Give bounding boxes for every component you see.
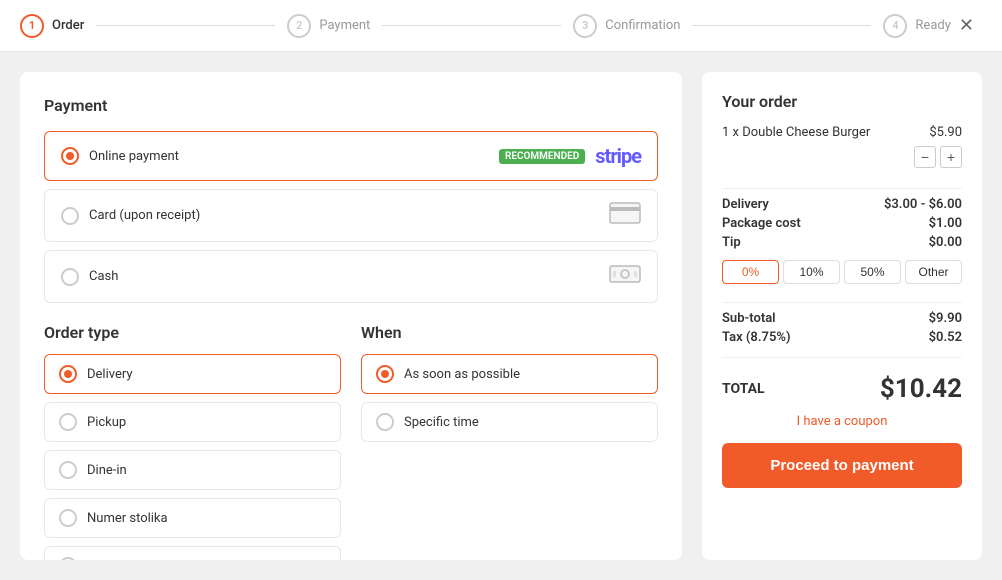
order-option-dine-in[interactable]: Dine-in xyxy=(44,450,341,490)
tip-btn-50[interactable]: 50% xyxy=(844,260,901,284)
step-payment-circle: 2 xyxy=(287,14,311,38)
radio-online xyxy=(61,147,79,165)
payment-option-card[interactable]: Card (upon receipt) xyxy=(44,189,658,242)
qty-increase-button[interactable]: + xyxy=(940,146,962,168)
package-row: Package cost $1.00 xyxy=(722,216,962,231)
subtotal-row: Sub-total $9.90 xyxy=(722,311,962,326)
radio-cash xyxy=(61,268,79,286)
order-option-contactless[interactable]: Contactless delivery xyxy=(44,546,341,560)
radio-asap xyxy=(376,365,394,383)
order-item-name: 1 x Double Cheese Burger xyxy=(722,125,870,140)
stepper-line-3 xyxy=(692,25,871,26)
subtotal-value: $9.90 xyxy=(929,311,962,326)
step-payment-label: Payment xyxy=(319,18,370,33)
right-panel: Your order 1 x Double Cheese Burger $5.9… xyxy=(702,72,982,560)
divider-1 xyxy=(722,188,962,189)
divider-2 xyxy=(722,302,962,303)
recommended-badge: Recommended xyxy=(499,149,585,164)
card-icon xyxy=(609,202,641,229)
radio-contactless xyxy=(59,557,77,560)
subtotal-label: Sub-total xyxy=(722,311,776,326)
radio-numer-stolika xyxy=(59,509,77,527)
radio-dine-in xyxy=(59,461,77,479)
order-option-numer-stolika[interactable]: Numer stolika xyxy=(44,498,341,538)
step-confirmation[interactable]: 3 Confirmation xyxy=(573,14,680,38)
order-item-price: $5.90 xyxy=(929,125,962,140)
step-ready[interactable]: 4 Ready xyxy=(883,14,950,38)
order-option-delivery[interactable]: Delivery xyxy=(44,354,341,394)
tip-value: $0.00 xyxy=(929,235,962,250)
payment-title: Payment xyxy=(44,96,658,115)
package-label: Package cost xyxy=(722,216,801,231)
tax-label: Tax (8.75%) xyxy=(722,330,791,345)
total-value: $10.42 xyxy=(880,374,962,404)
stepper: 1 Order 2 Payment 3 Confirmation 4 Ready… xyxy=(0,0,1002,52)
total-row: TOTAL $10.42 xyxy=(722,374,962,404)
radio-delivery xyxy=(59,365,77,383)
order-item-row: 1 x Double Cheese Burger $5.90 xyxy=(722,125,962,140)
delivery-label: Delivery xyxy=(722,197,769,212)
step-confirmation-label: Confirmation xyxy=(605,18,680,33)
order-label-contactless: Contactless delivery xyxy=(87,559,203,561)
tip-btn-0[interactable]: 0% xyxy=(722,260,779,284)
step-payment[interactable]: 2 Payment xyxy=(287,14,370,38)
stripe-logo: stripe xyxy=(595,144,641,168)
when-option-asap[interactable]: As soon as possible xyxy=(361,354,658,394)
your-order-title: Your order xyxy=(722,92,962,111)
tax-row: Tax (8.75%) $0.52 xyxy=(722,330,962,345)
qty-controls: − + xyxy=(722,146,962,168)
payment-option-cash[interactable]: Cash xyxy=(44,250,658,303)
tax-value: $0.52 xyxy=(929,330,962,345)
when-option-specific[interactable]: Specific time xyxy=(361,402,658,442)
order-type-section: Order type Delivery Pickup Dine-in Numer… xyxy=(44,323,341,560)
radio-card xyxy=(61,207,79,225)
payment-label-online: Online payment xyxy=(89,149,489,164)
total-label: TOTAL xyxy=(722,381,765,397)
radio-pickup xyxy=(59,413,77,431)
divider-3 xyxy=(722,357,962,358)
payment-section: Payment Online payment Recommended strip… xyxy=(44,96,658,303)
step-ready-label: Ready xyxy=(915,18,950,33)
tip-row: Tip $0.00 xyxy=(722,235,962,250)
order-label-dine-in: Dine-in xyxy=(87,463,127,478)
step-order-circle: 1 xyxy=(20,14,44,38)
tip-btn-10[interactable]: 10% xyxy=(783,260,840,284)
when-title: When xyxy=(361,323,658,342)
stepper-line-1 xyxy=(96,25,275,26)
proceed-button[interactable]: Proceed to payment xyxy=(722,443,962,488)
when-section: When As soon as possible Specific time xyxy=(361,323,658,560)
order-label-pickup: Pickup xyxy=(87,415,126,430)
close-button[interactable]: ✕ xyxy=(951,11,982,40)
payment-label-card: Card (upon receipt) xyxy=(89,208,599,223)
order-option-pickup[interactable]: Pickup xyxy=(44,402,341,442)
step-order[interactable]: 1 Order xyxy=(20,14,84,38)
order-label-numer-stolika: Numer stolika xyxy=(87,511,168,526)
left-panel: Payment Online payment Recommended strip… xyxy=(20,72,682,560)
order-label-delivery: Delivery xyxy=(87,367,133,382)
when-label-specific: Specific time xyxy=(404,415,479,430)
order-type-title: Order type xyxy=(44,323,341,342)
step-order-label: Order xyxy=(52,18,84,33)
tip-btn-other[interactable]: Other xyxy=(905,260,962,284)
main-content: Payment Online payment Recommended strip… xyxy=(0,52,1002,580)
cash-icon xyxy=(609,263,641,290)
radio-specific xyxy=(376,413,394,431)
package-value: $1.00 xyxy=(929,216,962,231)
step-ready-circle: 4 xyxy=(883,14,907,38)
qty-decrease-button[interactable]: − xyxy=(914,146,936,168)
tip-buttons: 0% 10% 50% Other xyxy=(722,260,962,284)
payment-label-cash: Cash xyxy=(89,269,599,284)
coupon-link[interactable]: I have a coupon xyxy=(722,414,962,429)
tip-label: Tip xyxy=(722,235,741,250)
delivery-value: $3.00 - $6.00 xyxy=(884,197,962,212)
stepper-line-2 xyxy=(382,25,561,26)
delivery-row: Delivery $3.00 - $6.00 xyxy=(722,197,962,212)
payment-option-online[interactable]: Online payment Recommended stripe xyxy=(44,131,658,181)
order-when-section: Order type Delivery Pickup Dine-in Numer… xyxy=(44,323,658,560)
when-label-asap: As soon as possible xyxy=(404,367,520,382)
step-confirmation-circle: 3 xyxy=(573,14,597,38)
